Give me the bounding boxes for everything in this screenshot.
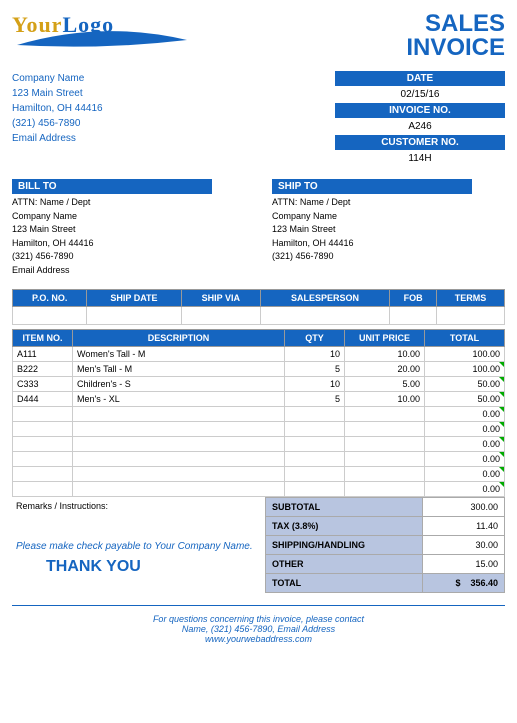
company-info: Company Name 123 Main Street Hamilton, O… xyxy=(12,71,103,167)
grand-total-label: TOTAL xyxy=(266,574,423,593)
item-desc: Children's - S xyxy=(73,377,285,392)
tax-value: 11.40 xyxy=(422,517,504,536)
footer-url[interactable]: www.yourwebaddress.com xyxy=(205,634,312,644)
shipdate-header: SHIP DATE xyxy=(87,290,181,307)
item-desc: Men's - XL xyxy=(73,392,285,407)
item-row-empty: 0.00 xyxy=(13,452,505,467)
footer-line1: For questions concerning this invoice, p… xyxy=(12,614,505,624)
fob-header: FOB xyxy=(390,290,437,307)
grand-total-value: $ 356.40 xyxy=(422,574,504,593)
billto-name: Company Name xyxy=(12,210,212,224)
invoice-no-label: INVOICE NO. xyxy=(335,103,505,118)
item-total: 100.00 xyxy=(425,362,505,377)
item-total: 0.00 xyxy=(425,482,505,497)
customer-no-value: 114H xyxy=(335,150,505,167)
itemno-header: ITEM NO. xyxy=(13,330,73,347)
salesperson-header: SALESPERSON xyxy=(260,290,389,307)
item-total: 0.00 xyxy=(425,407,505,422)
totals-box: SUBTOTAL300.00 TAX (3.8%)11.40 SHIPPING/… xyxy=(265,497,505,593)
company-email: Email Address xyxy=(12,131,103,146)
item-total: 0.00 xyxy=(425,422,505,437)
payable-note: Please make check payable to Your Compan… xyxy=(16,541,261,552)
detail-row xyxy=(13,307,505,325)
logo-area: YourLogo xyxy=(12,12,212,63)
item-row: D444 Men's - XL 5 10.00 50.00 xyxy=(13,392,505,407)
item-total: 0.00 xyxy=(425,452,505,467)
invoice-no-value: A246 xyxy=(335,118,505,135)
shipping-value: 30.00 xyxy=(422,536,504,555)
item-qty: 5 xyxy=(285,362,345,377)
total-header: TOTAL xyxy=(425,330,505,347)
item-row: B222 Men's Tall - M 5 20.00 100.00 xyxy=(13,362,505,377)
item-price: 10.00 xyxy=(345,392,425,407)
item-no: A111 xyxy=(13,347,73,362)
date-label: DATE xyxy=(335,71,505,86)
item-row: A111 Women's Tall - M 10 10.00 100.00 xyxy=(13,347,505,362)
shipto-phone: (321) 456-7890 xyxy=(272,250,472,264)
item-price: 20.00 xyxy=(345,362,425,377)
desc-header: DESCRIPTION xyxy=(73,330,285,347)
company-citystate: Hamilton, OH 44416 xyxy=(12,101,103,116)
company-phone: (321) 456-7890 xyxy=(12,116,103,131)
company-street: 123 Main Street xyxy=(12,86,103,101)
swoosh-icon xyxy=(12,30,192,60)
item-total: 100.00 xyxy=(425,347,505,362)
item-desc: Men's Tall - M xyxy=(73,362,285,377)
items-table: ITEM NO. DESCRIPTION QTY UNIT PRICE TOTA… xyxy=(12,329,505,497)
item-row-empty: 0.00 xyxy=(13,407,505,422)
item-qty: 10 xyxy=(285,347,345,362)
item-qty: 10 xyxy=(285,377,345,392)
item-row-empty: 0.00 xyxy=(13,422,505,437)
remarks-label: Remarks / Instructions: xyxy=(16,501,261,511)
detail-table: P.O. NO. SHIP DATE SHIP VIA SALESPERSON … xyxy=(12,289,505,325)
billto-attn: ATTN: Name / Dept xyxy=(12,196,212,210)
item-total: 0.00 xyxy=(425,467,505,482)
shipto-attn: ATTN: Name / Dept xyxy=(272,196,472,210)
ship-to-header: SHIP TO xyxy=(272,179,472,194)
invoice-title: SALES INVOICE xyxy=(406,12,505,60)
item-total: 50.00 xyxy=(425,392,505,407)
meta-box: DATE 02/15/16 INVOICE NO. A246 CUSTOMER … xyxy=(335,71,505,167)
po-header: P.O. NO. xyxy=(13,290,87,307)
terms-header: TERMS xyxy=(437,290,505,307)
item-row-empty: 0.00 xyxy=(13,437,505,452)
item-total: 50.00 xyxy=(425,377,505,392)
item-row-empty: 0.00 xyxy=(13,467,505,482)
thank-you: THANK YOU xyxy=(16,558,261,576)
shipping-label: SHIPPING/HANDLING xyxy=(266,536,423,555)
item-no: C333 xyxy=(13,377,73,392)
item-no: D444 xyxy=(13,392,73,407)
item-row-empty: 0.00 xyxy=(13,482,505,497)
other-value: 15.00 xyxy=(422,555,504,574)
tax-label: TAX (3.8%) xyxy=(266,517,423,536)
customer-no-label: CUSTOMER NO. xyxy=(335,135,505,150)
date-value: 02/15/16 xyxy=(335,86,505,103)
billto-street: 123 Main Street xyxy=(12,223,212,237)
footer: For questions concerning this invoice, p… xyxy=(12,605,505,644)
billto-citystate: Hamilton, OH 44416 xyxy=(12,237,212,251)
item-price: 10.00 xyxy=(345,347,425,362)
item-row: C333 Children's - S 10 5.00 50.00 xyxy=(13,377,505,392)
ship-to-block: SHIP TO ATTN: Name / Dept Company Name 1… xyxy=(272,179,472,279)
qty-header: QTY xyxy=(285,330,345,347)
subtotal-value: 300.00 xyxy=(422,498,504,517)
subtotal-label: SUBTOTAL xyxy=(266,498,423,517)
item-price: 5.00 xyxy=(345,377,425,392)
bill-to-block: BILL TO ATTN: Name / Dept Company Name 1… xyxy=(12,179,212,279)
shipvia-header: SHIP VIA xyxy=(181,290,260,307)
billto-email: Email Address xyxy=(12,264,212,278)
item-qty: 5 xyxy=(285,392,345,407)
other-label: OTHER xyxy=(266,555,423,574)
shipto-citystate: Hamilton, OH 44416 xyxy=(272,237,472,251)
billto-phone: (321) 456-7890 xyxy=(12,250,212,264)
company-name: Company Name xyxy=(12,71,103,86)
unitprice-header: UNIT PRICE xyxy=(345,330,425,347)
item-desc: Women's Tall - M xyxy=(73,347,285,362)
shipto-street: 123 Main Street xyxy=(272,223,472,237)
item-no: B222 xyxy=(13,362,73,377)
bill-to-header: BILL TO xyxy=(12,179,212,194)
footer-line2: Name, (321) 456-7890, Email Address xyxy=(12,624,505,634)
item-total: 0.00 xyxy=(425,437,505,452)
shipto-name: Company Name xyxy=(272,210,472,224)
